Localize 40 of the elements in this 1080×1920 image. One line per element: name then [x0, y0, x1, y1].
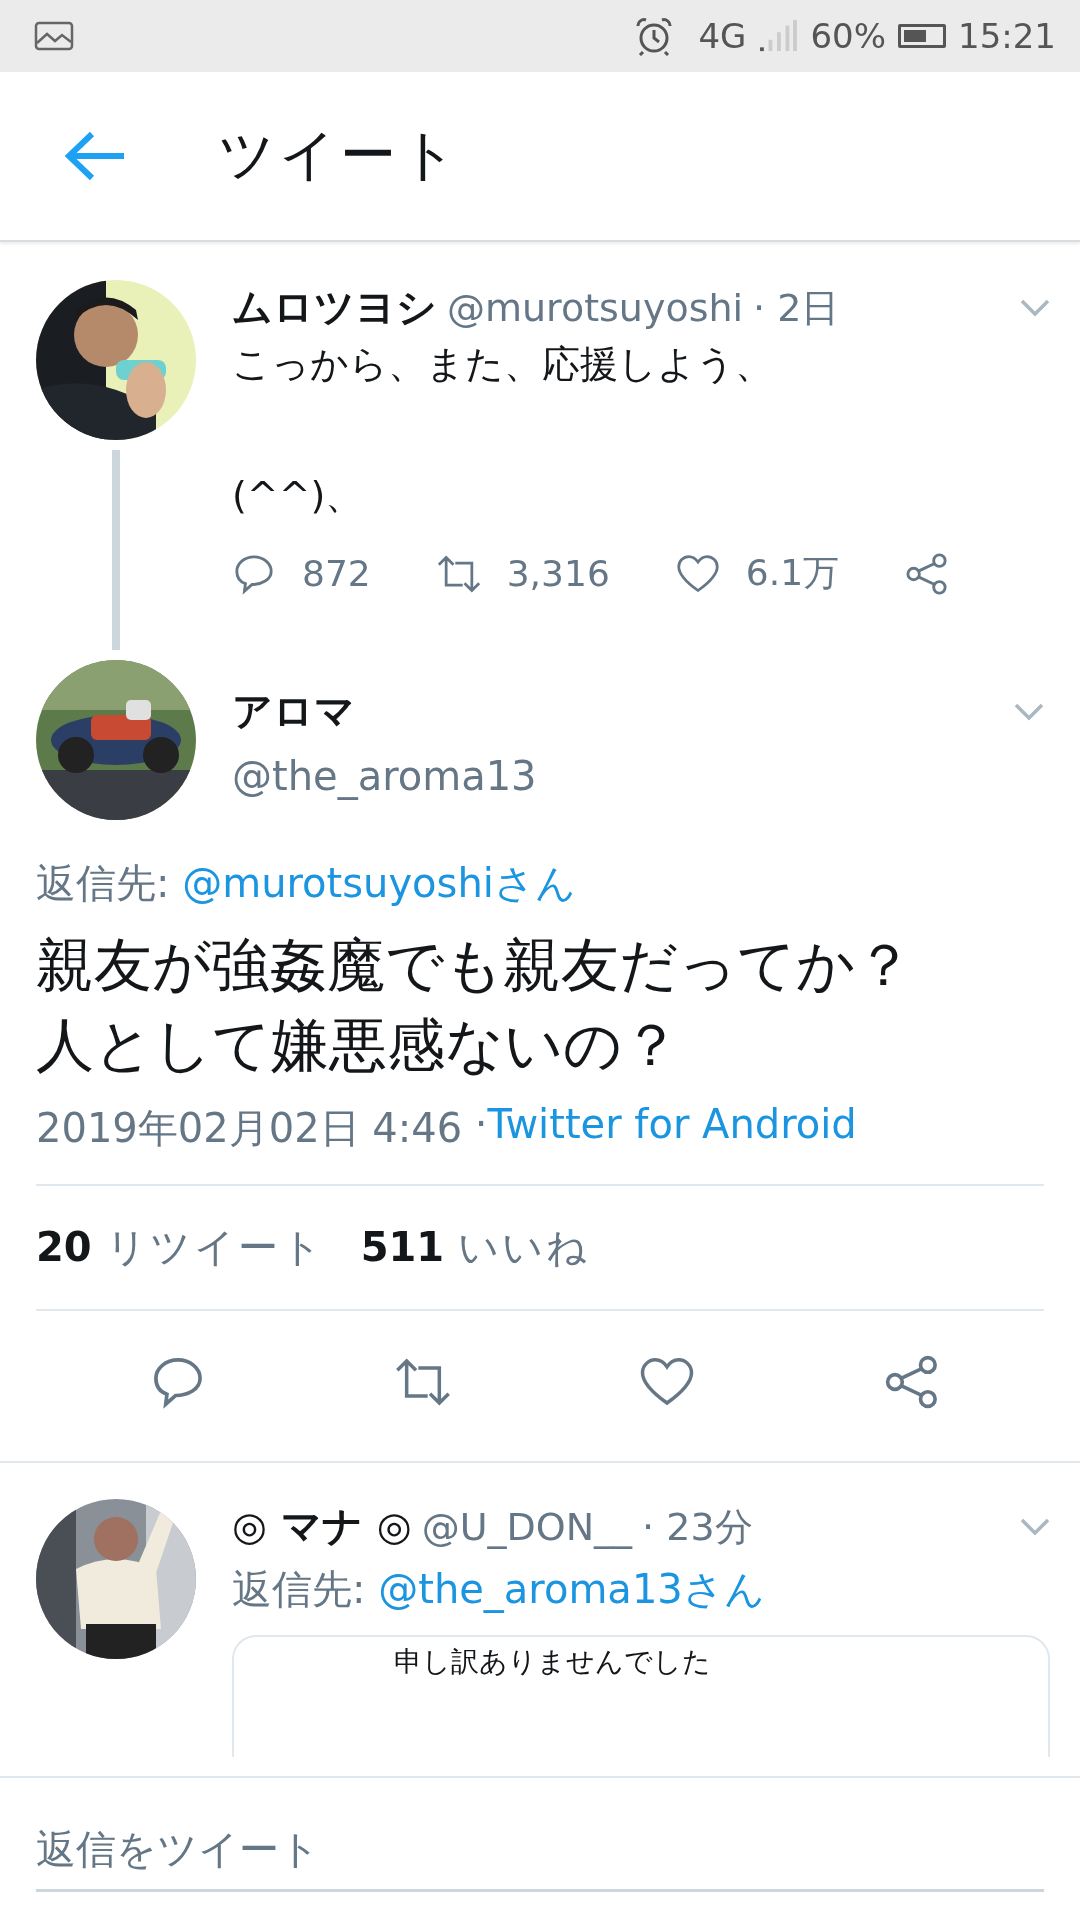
separator-dot: · — [473, 1101, 488, 1149]
heart-icon[interactable] — [675, 552, 720, 595]
stat-label[interactable]: リツイート — [105, 1220, 325, 1275]
stat-count: 511 — [360, 1224, 445, 1270]
battery-icon — [898, 24, 946, 48]
reply-label: 返信先: — [232, 1565, 366, 1614]
reply-input[interactable]: 返信をツイート — [36, 1808, 1044, 1892]
mention-link[interactable]: @murotsuyoshiさん — [182, 856, 576, 911]
tweet-time: · 23分 — [642, 1504, 753, 1551]
share-icon[interactable] — [905, 552, 950, 595]
user-handle: @U_DON__ — [421, 1505, 633, 1549]
stat-label[interactable]: いいね — [458, 1220, 591, 1275]
mention-link[interactable]: @the_aroma13さん — [378, 1562, 765, 1617]
user-name: アロマ — [232, 687, 355, 736]
image-icon — [34, 21, 74, 51]
action-count: 3,316 — [506, 553, 610, 594]
tweet-time: · 2日 — [753, 285, 840, 332]
tweet-text: こっから、また、応援しよう、 — [232, 341, 774, 388]
tweet-text: 人として嫌悪感ないの？ — [36, 1010, 681, 1081]
image-card[interactable]: 申し訳ありませんでした — [232, 1635, 1050, 1757]
source-link[interactable]: Twitter for Android — [487, 1101, 857, 1156]
user-name: ◎ マナ ◎ — [232, 1502, 412, 1551]
network-type: 4G — [698, 16, 747, 56]
user-handle: @the_aroma13 — [232, 753, 538, 799]
clock: 15:21 — [958, 16, 1056, 56]
action-count: 872 — [302, 553, 371, 594]
tweet-date: 2019年02月02日 4:46 — [36, 1104, 463, 1153]
tweet-text: (^^)、 — [232, 472, 365, 519]
reply-icon[interactable] — [232, 552, 276, 595]
user-handle: @murotsuyoshi — [447, 286, 744, 330]
reply-label: 返信先: — [36, 859, 170, 908]
signal-icon — [758, 19, 799, 53]
battery-percent: 60% — [810, 16, 886, 56]
stat-count: 20 — [36, 1224, 92, 1270]
screen-title: ツイート — [218, 121, 461, 189]
card-text: 申し訳ありませんでした — [394, 1644, 711, 1680]
action-count: 6.1万 — [745, 551, 840, 595]
tweet-text: 親友が強姦魔でも親友だってか？ — [36, 930, 914, 1001]
user-name: ムロツヨシ — [232, 283, 437, 332]
share-icon[interactable] — [883, 1355, 940, 1409]
